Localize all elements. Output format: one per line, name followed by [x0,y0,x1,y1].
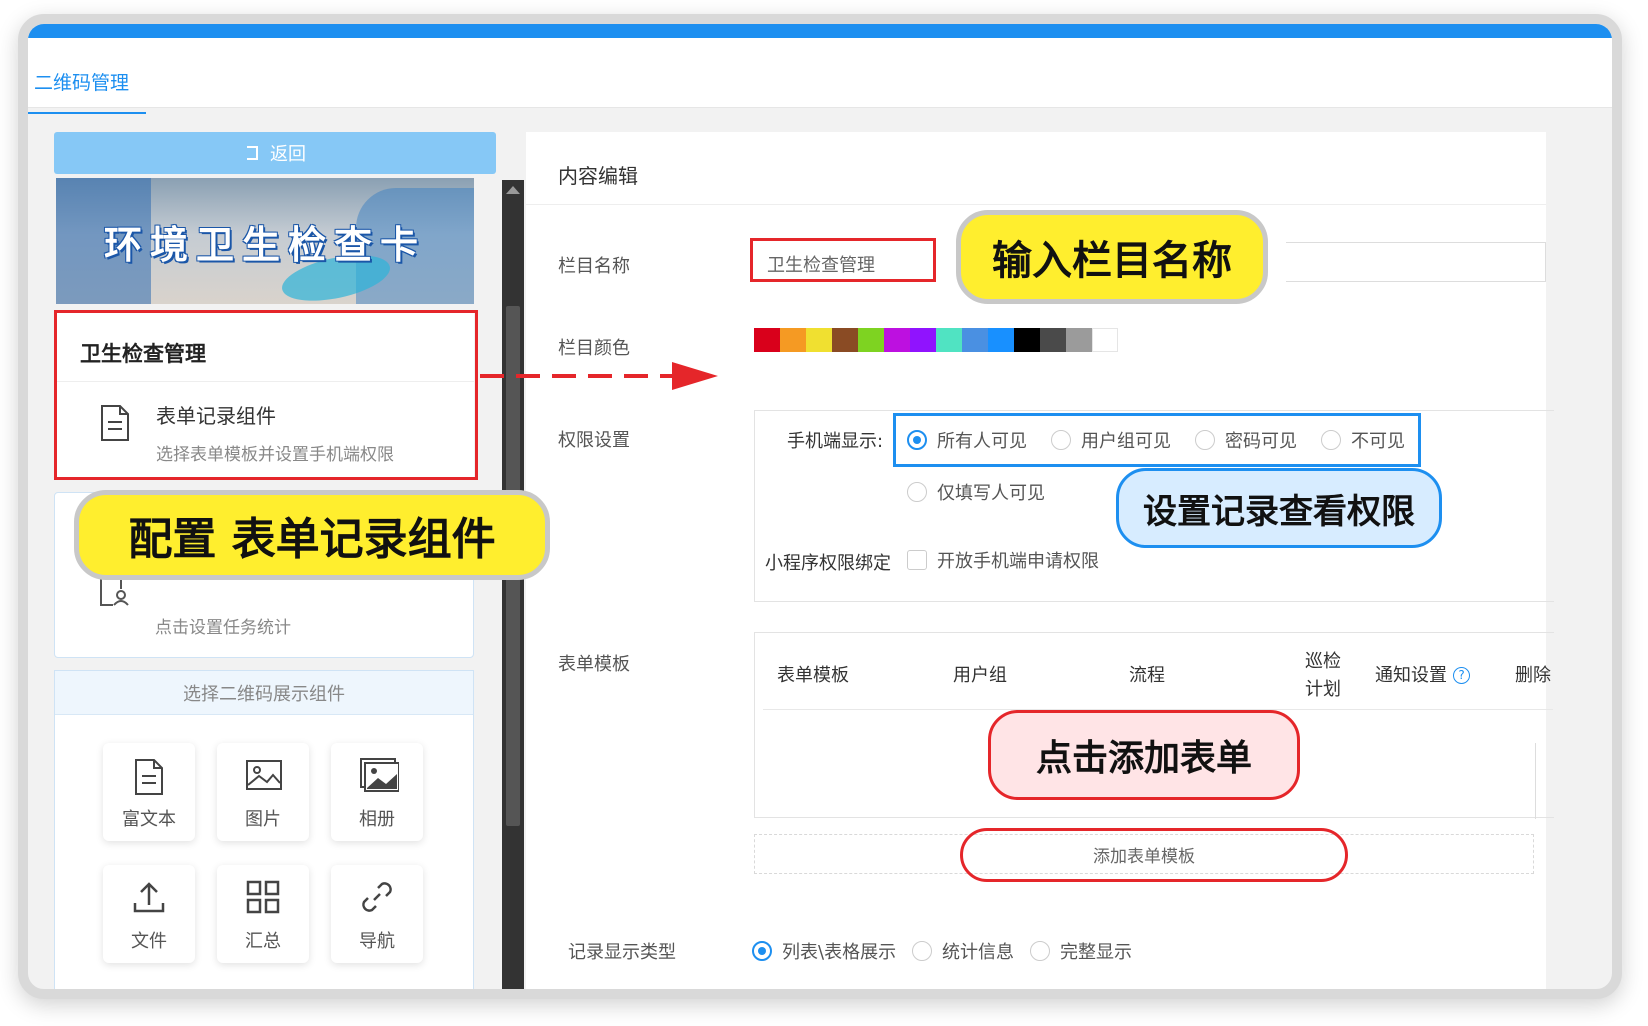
tile-file[interactable]: 文件 [103,865,195,963]
th-delete: 删除 [1515,665,1551,686]
image-icon [246,760,282,790]
tile-album[interactable]: 相册 [331,743,423,841]
color-palette [754,328,1118,352]
color-label: 栏目颜色 [558,338,630,359]
scroll-up-arrow-icon[interactable] [506,186,520,194]
color-swatch[interactable] [1066,328,1092,352]
display-type-label: 记录显示类型 [568,942,676,963]
th-flow: 流程 [1129,665,1165,686]
radio-full-display[interactable]: 完整显示 [1030,938,1132,964]
rich-text-icon [135,759,163,795]
tile-label: 汇总 [245,931,281,952]
name-input-extension [1286,242,1546,282]
color-swatch[interactable] [1014,328,1040,352]
callout-enter-name: 输入栏目名称 [956,210,1268,304]
column-name-input[interactable]: 卫生检查管理 [750,238,936,282]
radio-everyone[interactable]: 所有人可见 [907,427,1027,453]
mobile-display-label: 手机端显示: [787,431,884,452]
tab-qrcode-management[interactable]: 二维码管理 [34,68,129,95]
back-button-label: 返回 [270,144,306,165]
th-plan: 计划 [1305,679,1341,700]
th-inspection: 巡检 [1305,651,1341,672]
tile-label: 相册 [359,809,395,830]
color-swatch[interactable] [1092,328,1118,352]
radio-icon [1051,430,1071,450]
top-bar [28,24,1612,38]
tile-rich-text[interactable]: 富文本 [103,743,195,841]
tile-label: 导航 [359,931,395,952]
radio-icon [1030,941,1050,961]
permission-label: 权限设置 [558,430,630,451]
radio-list-table[interactable]: 列表\表格展示 [752,938,896,964]
color-swatch[interactable] [832,328,858,352]
color-swatch[interactable] [806,328,832,352]
highlight-box-component [54,310,478,480]
return-icon [247,146,258,160]
th-template: 表单模板 [777,665,849,686]
th-user-group: 用户组 [953,665,1007,686]
radio-icon [1195,430,1215,450]
radio-icon [1321,430,1341,450]
tile-navigation[interactable]: 导航 [331,865,423,963]
radio-user-group[interactable]: 用户组可见 [1051,427,1171,453]
tile-label: 文件 [131,931,167,952]
tile-label: 富文本 [122,809,176,830]
radio-selected-icon [752,941,772,961]
radio-selected-icon [907,430,927,450]
color-swatch[interactable] [910,328,936,352]
highlight-oval-add [960,828,1348,882]
color-swatch[interactable] [780,328,806,352]
back-button[interactable]: 返回 [54,132,496,174]
radio-statistics[interactable]: 统计信息 [912,938,1014,964]
name-label: 栏目名称 [558,256,630,277]
miniprogram-permission-label: 小程序权限绑定 [765,553,891,574]
editor-title: 内容编辑 [558,164,638,188]
tab-bar: 二维码管理 [28,38,1612,114]
dashed-arrow-icon [480,362,718,390]
tile-label: 图片 [245,809,281,830]
color-swatch[interactable] [936,328,962,352]
color-swatch[interactable] [754,328,780,352]
color-swatch[interactable] [858,328,884,352]
tile-summary[interactable]: 汇总 [217,865,309,963]
callout-add-form: 点击添加表单 [988,710,1300,800]
banner-image: 环境卫生检查卡 [56,178,474,304]
color-swatch[interactable] [884,328,910,352]
tile-image[interactable]: 图片 [217,743,309,841]
component-picker: 选择二维码展示组件 富文本 图片 相册 文件 汇总 导航 [54,670,474,989]
color-swatch[interactable] [988,328,1014,352]
active-tab-indicator [28,112,146,114]
checkbox-icon [907,550,927,570]
th-notify: 通知设置? [1375,661,1470,687]
banner-title: 环境卫生检查卡 [103,223,426,267]
template-label: 表单模板 [558,654,630,675]
radio-icon [907,482,927,502]
album-icon [360,758,399,792]
grid-icon [246,880,280,914]
upload-icon [133,882,165,913]
open-mobile-apply-checkbox[interactable]: 开放手机端申请权限 [907,547,1099,573]
color-swatch[interactable] [962,328,988,352]
help-icon[interactable]: ? [1453,667,1470,684]
card2-desc: 点击设置任务统计 [155,618,291,638]
link-icon [362,882,392,912]
callout-set-permission: 设置记录查看权限 [1116,468,1442,548]
radio-password[interactable]: 密码可见 [1195,427,1297,453]
color-swatch[interactable] [1040,328,1066,352]
picker-header: 选择二维码展示组件 [55,671,473,715]
callout-config-component: 配置 表单记录组件 [74,490,550,580]
radio-filler-only[interactable]: 仅填写人可见 [907,479,1045,505]
radio-invisible[interactable]: 不可见 [1321,427,1405,453]
radio-icon [912,941,932,961]
